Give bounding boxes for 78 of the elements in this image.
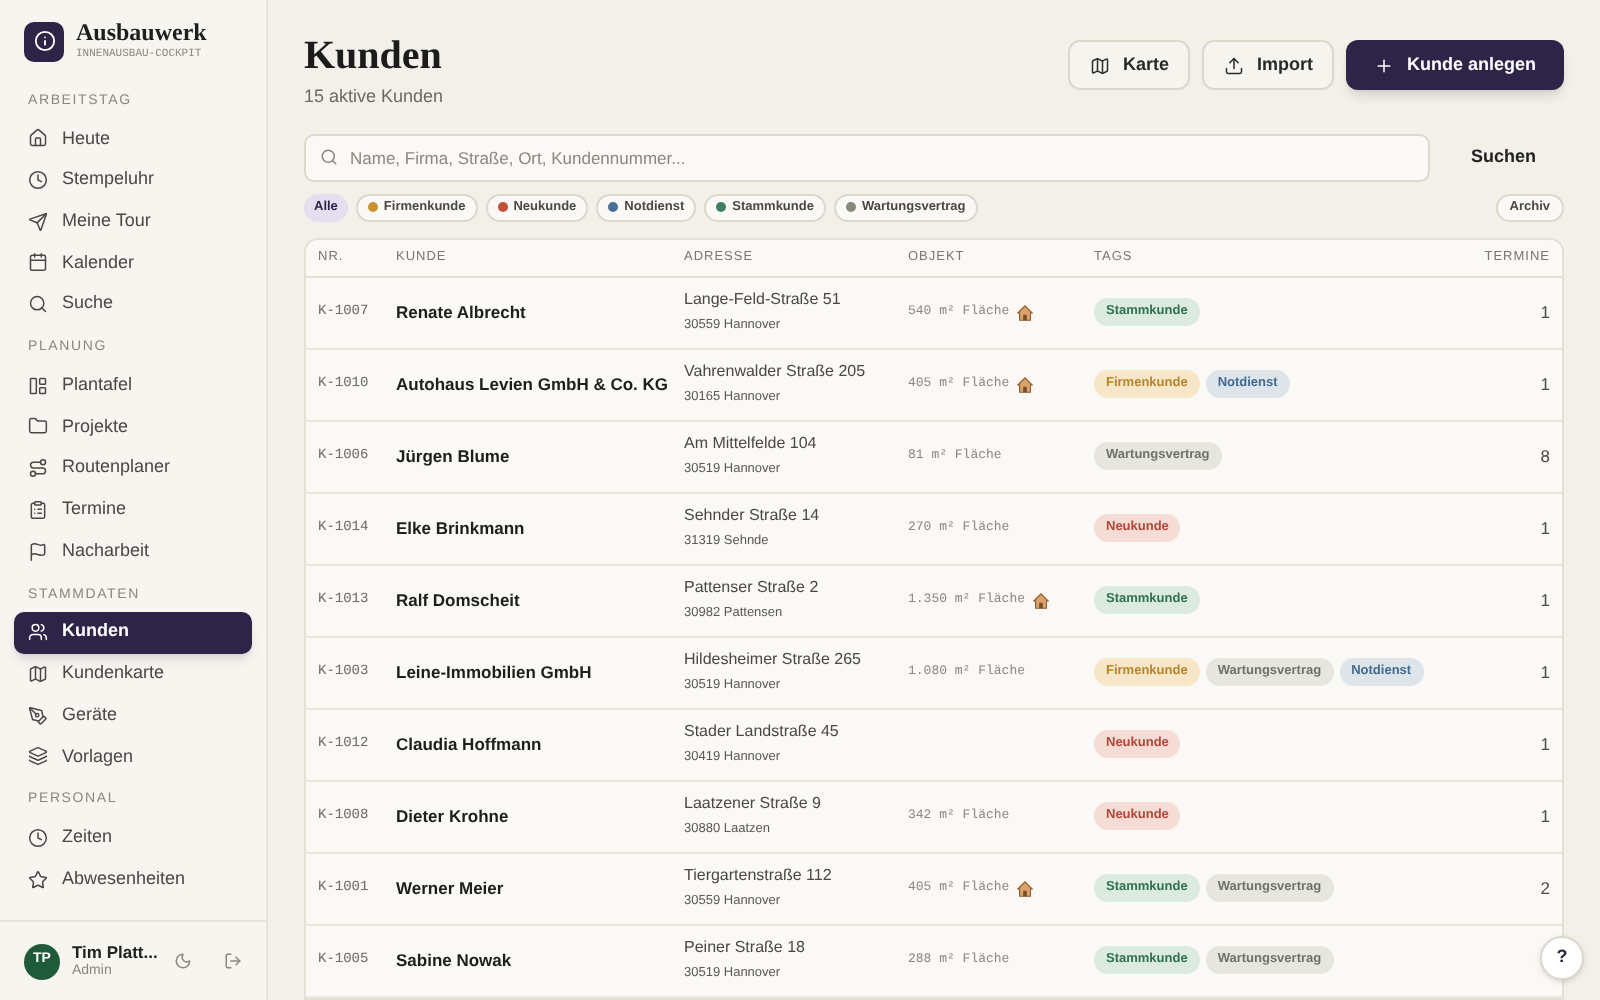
appointment-count: 1 bbox=[1538, 515, 1550, 541]
address-street: Pattenser Straße 2 bbox=[684, 576, 821, 601]
flag-icon bbox=[28, 541, 48, 562]
sidebar-item[interactable]: Routenplaner bbox=[14, 447, 252, 489]
customer-name: Werner Meier bbox=[396, 875, 506, 901]
sidebar-item[interactable]: Kunden bbox=[14, 611, 252, 654]
sidebar-item[interactable]: Suche bbox=[14, 283, 252, 325]
appointment-count: 8 bbox=[1538, 443, 1550, 469]
map-icon bbox=[1090, 55, 1111, 75]
page-subtitle: 15 aktive Kunden bbox=[304, 84, 444, 110]
page-title: Kunden bbox=[304, 32, 444, 80]
logout-icon[interactable] bbox=[224, 952, 242, 970]
address-street: Lange-Feld-Straße 51 bbox=[684, 288, 843, 313]
sidebar-item[interactable]: Vorlagen bbox=[14, 735, 252, 778]
customer-name: Leine-Immobilien GmbH bbox=[396, 659, 594, 685]
appointment-count: 1 bbox=[1538, 299, 1550, 325]
calendar-icon bbox=[28, 252, 48, 273]
moon-icon[interactable] bbox=[174, 952, 192, 970]
help-button[interactable]: ? bbox=[1540, 936, 1584, 980]
header-button[interactable]: Import bbox=[1202, 40, 1335, 90]
address-street: Laatzener Straße 9 bbox=[684, 792, 823, 817]
search-button[interactable]: Suchen bbox=[1442, 133, 1564, 181]
address-street: Sehnder Straße 14 bbox=[684, 504, 822, 529]
appointment-count: 2 bbox=[1538, 875, 1550, 901]
sidebar-item[interactable]: Termine bbox=[14, 489, 252, 531]
upload-icon bbox=[1224, 55, 1245, 75]
address-street: Peiner Straße 18 bbox=[684, 936, 807, 961]
address-street: Stader Landstraße 45 bbox=[684, 720, 841, 745]
sidebar-item[interactable]: Stempeluhr bbox=[14, 159, 252, 201]
plus-icon bbox=[1374, 55, 1395, 75]
clock-icon bbox=[28, 170, 48, 191]
route-icon bbox=[28, 458, 48, 479]
user-name: Tim Platt... bbox=[72, 942, 160, 962]
header-button[interactable]: Kunde anlegen bbox=[1346, 40, 1564, 90]
search-icon bbox=[320, 148, 338, 166]
star-icon bbox=[28, 869, 48, 890]
tool-icon bbox=[28, 705, 48, 726]
sidebar-item[interactable]: Plantafel bbox=[14, 364, 252, 407]
folder-icon bbox=[28, 416, 48, 437]
sidebar-item[interactable]: Nacharbeit bbox=[14, 530, 252, 572]
appointment-count: 1 bbox=[1538, 659, 1550, 685]
appointment-count: 1 bbox=[1538, 731, 1550, 757]
brand-name: Ausbauwerk bbox=[76, 20, 207, 46]
sidebar-item[interactable]: Kalender bbox=[14, 242, 252, 284]
customer-name: Sabine Nowak bbox=[396, 947, 514, 973]
address-street: Vahrenwalder Straße 205 bbox=[684, 360, 868, 385]
customer-name: Renate Albrecht bbox=[396, 299, 528, 325]
logo-icon bbox=[24, 21, 64, 61]
appointment-count: 1 bbox=[1538, 371, 1550, 397]
send-icon bbox=[28, 211, 48, 232]
board-icon bbox=[28, 375, 48, 396]
map-icon bbox=[28, 663, 48, 684]
sidebar-item[interactable]: Kundenkarte bbox=[14, 653, 252, 695]
address-street: Am Mittelfelde 104 bbox=[684, 432, 819, 457]
customer-name: Elke Brinkmann bbox=[396, 515, 527, 541]
customer-name: Autohaus Levien GmbH & Co. KG bbox=[396, 371, 671, 397]
customer-name: Dieter Krohne bbox=[396, 803, 511, 829]
search-field[interactable]: Name, Firma, Straße, Ort, Kundennummer... bbox=[304, 133, 1431, 181]
sidebar-item[interactable]: Geräte bbox=[14, 694, 252, 736]
users-icon bbox=[28, 622, 48, 643]
appointment-count: 1 bbox=[1538, 803, 1550, 829]
home-icon bbox=[28, 128, 48, 149]
header-button[interactable]: Karte bbox=[1068, 40, 1191, 90]
sidebar-item[interactable]: Projekte bbox=[14, 406, 252, 448]
sidebar-item[interactable]: Meine Tour bbox=[14, 200, 252, 243]
sidebar-item[interactable]: Heute bbox=[14, 118, 252, 160]
customer-name: Ralf Domscheit bbox=[396, 587, 522, 613]
address-street: Hildesheimer Straße 265 bbox=[684, 648, 863, 673]
address-street: Tiergartenstraße 112 bbox=[684, 864, 834, 889]
customer-name: Jürgen Blume bbox=[396, 443, 512, 469]
clipboard-icon bbox=[28, 499, 48, 520]
sidebar-item[interactable]: Zeiten bbox=[14, 817, 252, 859]
layers-icon bbox=[28, 746, 48, 767]
search-icon bbox=[28, 294, 48, 315]
customer-name: Claudia Hoffmann bbox=[396, 731, 544, 757]
clock-icon bbox=[28, 827, 48, 848]
sidebar-item[interactable]: Abwesenheiten bbox=[14, 858, 252, 900]
appointment-count: 1 bbox=[1538, 587, 1550, 613]
